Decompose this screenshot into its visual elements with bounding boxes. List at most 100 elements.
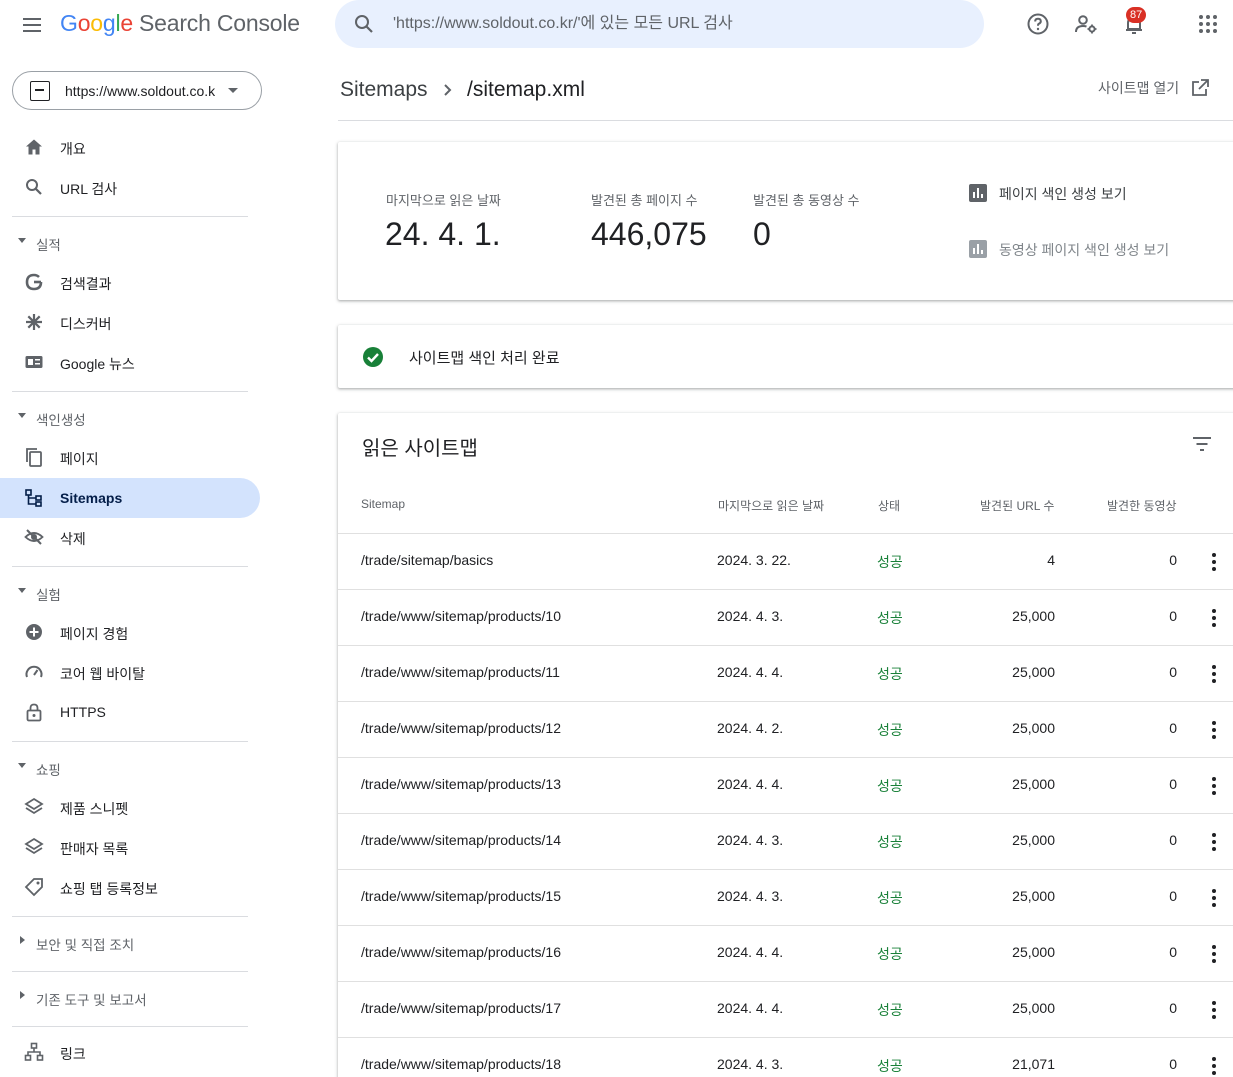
search-console-logo[interactable]: Google Search Console	[60, 10, 300, 37]
table-row[interactable]: /trade/www/sitemap/products/13 2024. 4. 4…	[338, 757, 1233, 813]
table-row[interactable]: /trade/www/sitemap/products/14 2024. 4. 3…	[338, 813, 1233, 869]
table-row[interactable]: /trade/www/sitemap/products/12 2024. 4. 2…	[338, 701, 1233, 757]
sidebar-item-product-snippets[interactable]: 제품 스니펫	[0, 787, 260, 827]
property-url: https://www.soldout.co.kr/	[65, 83, 215, 99]
sidebar-divider	[12, 741, 248, 742]
section-shopping[interactable]: 쇼핑	[0, 753, 250, 783]
more-vert-icon[interactable]	[1204, 662, 1224, 686]
status-cell: 성공	[877, 890, 903, 906]
table-row[interactable]: /trade/www/sitemap/products/15 2024. 4. 3…	[338, 869, 1233, 925]
sidebar-item-sitemaps[interactable]: Sitemaps	[0, 478, 260, 518]
property-selector[interactable]: https://www.soldout.co.kr/	[12, 71, 262, 110]
sidebar-item-core-web-vitals[interactable]: 코어 웹 바이탈	[0, 652, 260, 692]
discovered-urls-cell: 25,000	[1012, 776, 1055, 792]
table-row[interactable]: /trade/www/sitemap/products/16 2024. 4. 4…	[338, 925, 1233, 981]
discovered-urls-cell: 25,000	[1012, 608, 1055, 624]
column-header-sitemap[interactable]: Sitemap	[361, 497, 405, 511]
google-g-icon	[25, 273, 43, 291]
section-experience[interactable]: 실험	[0, 578, 250, 608]
column-header-status[interactable]: 상태	[878, 497, 900, 514]
layers-icon	[24, 797, 44, 815]
section-legacy-tools[interactable]: 기존 도구 및 보고서	[0, 983, 250, 1013]
help-icon[interactable]	[1026, 12, 1050, 36]
sitemap-path-cell: /trade/www/sitemap/products/12	[361, 720, 561, 736]
table-row[interactable]: /trade/www/sitemap/products/10 2024. 4. 3…	[338, 589, 1233, 645]
add-circle-icon	[26, 624, 42, 640]
sidebar-item-pages[interactable]: 페이지	[0, 437, 260, 477]
news-icon	[25, 356, 43, 368]
sidebar-item-label: 코어 웹 바이탈	[60, 666, 146, 682]
section-indexing[interactable]: 색인생성	[0, 403, 250, 433]
sidebar-item-overview[interactable]: 개요	[0, 127, 260, 167]
open-sitemap-link[interactable]: 사이트맵 열기	[1098, 78, 1179, 98]
sidebar-item-label: 판매자 목록	[60, 841, 129, 857]
sidebar-item-google-news[interactable]: Google 뉴스	[0, 342, 260, 382]
sidebar-item-removals[interactable]: 삭제	[0, 517, 260, 557]
discovered-videos-cell: 0	[1169, 664, 1177, 680]
sidebar-item-search-results[interactable]: 검색결과	[0, 262, 260, 302]
sidebar-item-https[interactable]: HTTPS	[0, 692, 260, 732]
sitemap-summary-card: 마지막으로 읽은 날짜 24. 4. 1. 발견된 총 페이지 수 446,07…	[338, 142, 1233, 300]
sidebar-item-discover[interactable]: 디스커버	[0, 302, 260, 342]
notification-count-badge: 87	[1126, 7, 1147, 23]
sidebar-item-url-inspection[interactable]: URL 검사	[0, 167, 260, 207]
more-vert-icon[interactable]	[1204, 998, 1224, 1022]
table-row[interactable]: /trade/www/sitemap/products/18 2024. 4. 3…	[338, 1037, 1233, 1077]
bar-chart-icon	[969, 240, 987, 258]
last-read-cell: 2024. 4. 3.	[717, 608, 784, 624]
search-console-app: GoogleSearch Console 87 https://www.sold…	[0, 0, 1233, 1077]
more-vert-icon[interactable]	[1204, 1054, 1224, 1077]
home-icon	[26, 139, 42, 155]
more-vert-icon[interactable]	[1204, 886, 1224, 910]
sidebar-divider	[12, 216, 248, 217]
sidebar-item-label: HTTPS	[60, 704, 106, 720]
open-in-new-icon[interactable]	[1190, 78, 1210, 98]
search-input[interactable]	[393, 0, 953, 48]
user-settings-icon[interactable]	[1074, 12, 1098, 36]
sidebar-item-links[interactable]: 링크	[0, 1032, 260, 1072]
discovered-videos-label: 발견된 총 동영상 수	[753, 193, 860, 208]
more-vert-icon[interactable]	[1204, 942, 1224, 966]
section-performance[interactable]: 실적	[0, 228, 250, 258]
discovered-videos-cell: 0	[1169, 720, 1177, 736]
sidebar-item-page-experience[interactable]: 페이지 경험	[0, 612, 260, 652]
sidebar-item-merchant-listings[interactable]: 판매자 목록	[0, 827, 260, 867]
column-header-discovered-urls[interactable]: 발견된 URL 수	[980, 497, 1054, 514]
section-label: 기존 도구 및 보고서	[36, 993, 147, 1008]
table-title: 읽은 사이트맵	[362, 438, 478, 460]
status-cell: 성공	[877, 722, 903, 738]
status-cell: 성공	[877, 946, 903, 962]
table-row[interactable]: /trade/www/sitemap/products/11 2024. 4. 4…	[338, 645, 1233, 701]
more-vert-icon[interactable]	[1204, 606, 1224, 630]
sidebar-item-shopping-tab[interactable]: 쇼핑 탭 등록정보	[0, 867, 260, 907]
status-cell: 성공	[877, 1002, 903, 1018]
view-page-indexing-link[interactable]: 페이지 색인 생성 보기	[999, 184, 1127, 204]
check-circle-icon	[363, 347, 383, 367]
sidebar-item-label: Google 뉴스	[60, 356, 135, 372]
more-vert-icon[interactable]	[1204, 550, 1224, 574]
more-vert-icon[interactable]	[1204, 830, 1224, 854]
table-row[interactable]: /trade/sitemap/basics 2024. 3. 22. 성공 4 0	[338, 533, 1233, 589]
apps-grid-icon[interactable]	[1196, 12, 1220, 36]
chevron-down-icon	[18, 238, 26, 243]
column-header-discovered-videos[interactable]: 발견한 동영상	[1107, 497, 1177, 514]
more-vert-icon[interactable]	[1204, 774, 1224, 798]
last-read-label: 마지막으로 읽은 날짜	[386, 193, 501, 208]
filter-icon[interactable]	[1191, 433, 1213, 455]
discovered-videos-cell: 0	[1169, 608, 1177, 624]
main-menu-button[interactable]	[20, 13, 44, 37]
speed-gauge-icon	[25, 665, 43, 678]
search-icon[interactable]	[352, 12, 376, 36]
more-vert-icon[interactable]	[1204, 718, 1224, 742]
section-security[interactable]: 보안 및 직접 조치	[0, 928, 250, 958]
read-sitemaps-table-card: 읽은 사이트맵 Sitemap 마지막으로 읽은 날짜 상태 발견된 URL 수…	[338, 413, 1233, 1077]
sidebar-item-label: 쇼핑 탭 등록정보	[60, 881, 158, 897]
url-inspection-search	[335, 0, 984, 48]
breadcrumb-parent-link[interactable]: Sitemaps	[340, 78, 428, 102]
table-row[interactable]: /trade/www/sitemap/products/17 2024. 4. 4…	[338, 981, 1233, 1037]
view-video-indexing-link[interactable]: 동영상 페이지 색인 생성 보기	[999, 240, 1169, 260]
section-label: 쇼핑	[36, 763, 61, 778]
column-header-last-read[interactable]: 마지막으로 읽은 날짜	[718, 497, 824, 514]
chevron-down-icon	[18, 413, 26, 418]
sidebar-divider	[12, 971, 248, 972]
